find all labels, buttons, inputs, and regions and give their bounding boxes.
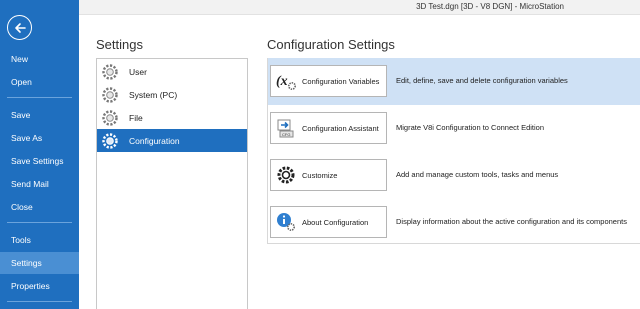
gear-icon	[101, 132, 119, 150]
backstage-nav: New Open Save Save As Save Settings Send…	[0, 0, 79, 309]
settings-item-configuration[interactable]: Configuration	[97, 129, 247, 152]
settings-list: User System (PC) File Configuration	[96, 58, 248, 309]
config-row-about[interactable]: About Configuration Display information …	[268, 199, 640, 246]
customize-button[interactable]: Customize	[270, 159, 387, 191]
about-configuration-button[interactable]: About Configuration	[270, 206, 387, 238]
config-row-assistant[interactable]: CFG Configuration Assistant Migrate V8i …	[268, 105, 640, 152]
title-bar: 3D Test.dgn [3D - V8 DGN] - MicroStation	[79, 0, 640, 15]
configuration-heading: Configuration Settings	[267, 37, 395, 52]
settings-item-label: File	[129, 112, 143, 123]
button-label: Configuration Variables	[302, 76, 380, 86]
configuration-panel: (x Configuration Variables Edit, define,…	[267, 58, 640, 244]
back-arrow-icon	[14, 22, 26, 33]
config-description: Migrate V8i Configuration to Connect Edi…	[396, 123, 545, 132]
nav-item-settings[interactable]: Settings	[0, 252, 79, 274]
nav-divider	[7, 301, 72, 302]
settings-item-file[interactable]: File	[97, 106, 247, 129]
config-row-variables[interactable]: (x Configuration Variables Edit, define,…	[268, 58, 640, 105]
settings-item-label: User	[129, 66, 147, 77]
settings-item-system[interactable]: System (PC)	[97, 83, 247, 106]
customize-gear-icon	[275, 164, 297, 186]
nav-item-open[interactable]: Open	[0, 71, 79, 93]
migrate-assistant-icon: CFG	[275, 117, 297, 139]
nav-item-send-mail[interactable]: Send Mail	[0, 173, 79, 195]
back-button[interactable]	[7, 15, 32, 40]
info-icon	[275, 211, 297, 233]
nav-divider	[7, 97, 72, 98]
settings-item-label: Configuration	[129, 135, 180, 146]
gear-icon	[101, 63, 119, 81]
nav-item-save[interactable]: Save	[0, 104, 79, 126]
nav-divider	[7, 222, 72, 223]
button-label: Configuration Assistant	[302, 123, 379, 133]
button-label: Customize	[302, 170, 338, 180]
settings-item-label: System (PC)	[129, 89, 178, 100]
nav-item-close[interactable]: Close	[0, 196, 79, 218]
nav-item-properties[interactable]: Properties	[0, 275, 79, 297]
configuration-variables-button[interactable]: (x Configuration Variables	[270, 65, 387, 97]
settings-item-user[interactable]: User	[97, 60, 247, 83]
window-title: 3D Test.dgn [3D - V8 DGN] - MicroStation	[416, 2, 564, 11]
svg-text:CFG: CFG	[282, 132, 290, 137]
nav-item-save-as[interactable]: Save As	[0, 127, 79, 149]
svg-text:(x: (x	[276, 74, 288, 89]
nav-item-save-settings[interactable]: Save Settings	[0, 150, 79, 172]
button-label: About Configuration	[302, 217, 369, 227]
config-description: Add and manage custom tools, tasks and m…	[396, 170, 559, 179]
config-description: Edit, define, save and delete configurat…	[396, 76, 568, 85]
nav-item-tools[interactable]: Tools	[0, 229, 79, 251]
configuration-assistant-button[interactable]: CFG Configuration Assistant	[270, 112, 387, 144]
settings-heading: Settings	[96, 37, 143, 52]
variable-x-icon: (x	[275, 70, 297, 92]
config-row-customize[interactable]: Customize Add and manage custom tools, t…	[268, 152, 640, 199]
gear-icon	[101, 86, 119, 104]
gear-icon	[101, 109, 119, 127]
config-description: Display information about the active con…	[396, 217, 627, 226]
nav-item-new[interactable]: New	[0, 48, 79, 70]
